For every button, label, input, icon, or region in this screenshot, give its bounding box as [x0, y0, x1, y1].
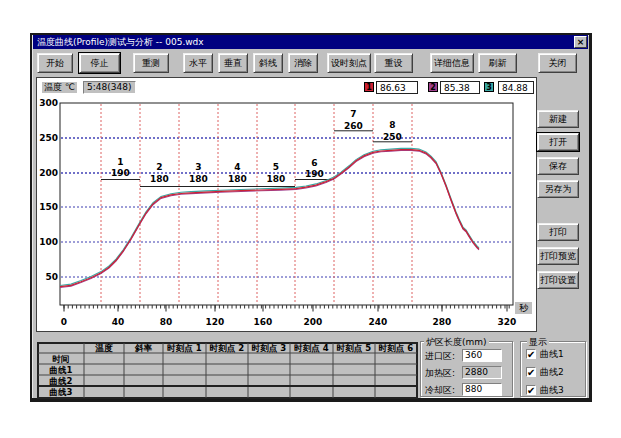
- svg-text:40: 40: [112, 317, 125, 327]
- chart-panel: 温度 ℃ 5:48(348) 186.63285.38384.88 040801…: [36, 77, 537, 332]
- oven-field-input[interactable]: 880: [462, 383, 502, 396]
- svg-text:时刻点 5: 时刻点 5: [337, 343, 371, 353]
- svg-text:80: 80: [160, 317, 173, 327]
- svg-text:100: 100: [39, 237, 58, 247]
- side-button-3[interactable]: 保存: [537, 157, 579, 175]
- svg-text:时刻点 3: 时刻点 3: [252, 343, 286, 353]
- svg-text:时刻点 6: 时刻点 6: [379, 343, 413, 353]
- curve-checkbox-label: 曲线2: [540, 367, 564, 377]
- close-button[interactable]: ×: [574, 36, 587, 48]
- side-button-4[interactable]: 另存为: [537, 180, 579, 198]
- x-axis-unit: 秒: [515, 302, 532, 314]
- svg-text:180: 180: [189, 174, 208, 184]
- svg-text:温度: 温度: [95, 343, 114, 353]
- oven-field-label: 冷却区:: [425, 384, 455, 397]
- svg-text:250: 250: [39, 133, 58, 143]
- oven-group-label: 炉区长度(mm): [424, 336, 489, 349]
- oven-field-label: 进口区:: [425, 350, 455, 363]
- svg-text:时刻点 2: 时刻点 2: [210, 343, 244, 353]
- svg-text:6: 6: [311, 158, 317, 168]
- curve-checkbox-label: 曲线1: [540, 349, 564, 359]
- svg-text:时刻点 4: 时刻点 4: [294, 343, 328, 353]
- display-group-label: 显示: [527, 336, 549, 349]
- oven-field-input[interactable]: 2880: [462, 366, 502, 379]
- toolbar-button-8[interactable]: 设时刻点: [327, 53, 371, 73]
- svg-text:7: 7: [350, 109, 356, 119]
- display-group: 显示✔曲线1✔曲线2✔曲线3: [520, 341, 586, 397]
- svg-text:150: 150: [39, 202, 58, 212]
- profile-chart: 0 40 80 120 160 200 240 280 320 300 250 200 150 100 50…: [37, 78, 538, 333]
- svg-text:180: 180: [228, 174, 247, 184]
- svg-text:190: 190: [111, 168, 130, 178]
- toolbar-button-2[interactable]: 停止: [79, 53, 120, 73]
- curve-checkbox[interactable]: ✔: [526, 385, 536, 395]
- toolbar-button-4[interactable]: 水平: [183, 53, 213, 73]
- svg-text:320: 320: [498, 317, 517, 327]
- svg-text:曲线3: 曲线3: [50, 387, 73, 397]
- svg-text:300: 300: [39, 98, 58, 108]
- svg-text:曲线1: 曲线1: [50, 365, 73, 375]
- side-button-5[interactable]: 打印: [537, 223, 579, 241]
- svg-text:180: 180: [267, 174, 286, 184]
- toolbar-button-10[interactable]: 详细信息: [430, 53, 474, 73]
- measurement-table: 温度斜率时刻点 1时刻点 2时刻点 3时刻点 4时刻点 5时刻点 6时间曲线1曲…: [37, 342, 419, 400]
- oven-zone-group: 炉区长度(mm)进口区:360加热区:2880冷却区:880: [420, 341, 513, 397]
- svg-text:2: 2: [156, 162, 162, 172]
- curve-checkbox[interactable]: ✔: [526, 349, 536, 359]
- svg-text:200: 200: [39, 168, 58, 178]
- svg-text:曲线2: 曲线2: [50, 376, 73, 386]
- curve-checkbox-label: 曲线3: [540, 385, 564, 395]
- svg-text:斜率: 斜率: [134, 343, 153, 353]
- toolbar-button-12[interactable]: 关闭: [538, 53, 577, 73]
- svg-text:160: 160: [254, 317, 273, 327]
- side-button-6[interactable]: 打印预览: [537, 247, 579, 265]
- svg-text:时间: 时间: [53, 354, 70, 364]
- svg-text:240: 240: [369, 317, 388, 327]
- svg-text:280: 280: [433, 317, 452, 327]
- oven-field-label: 加热区:: [425, 367, 455, 380]
- curve-checkbox[interactable]: ✔: [526, 367, 536, 377]
- svg-text:5: 5: [273, 162, 279, 172]
- svg-text:260: 260: [344, 121, 363, 131]
- toolbar-button-6[interactable]: 斜线: [253, 53, 283, 73]
- toolbar-button-9[interactable]: 重设: [374, 53, 413, 73]
- toolbar-button-7[interactable]: 消除: [288, 53, 318, 73]
- toolbar-button-11[interactable]: 刷新: [478, 53, 517, 73]
- side-button-7[interactable]: 打印设置: [537, 271, 579, 289]
- window-title: 温度曲线(Profile)测试与分析 -- 005.wdx: [37, 36, 204, 49]
- svg-text:200: 200: [304, 317, 323, 327]
- toolbar-button-5[interactable]: 垂直: [218, 53, 248, 73]
- app-window: 温度曲线(Profile)测试与分析 -- 005.wdx × 开始停止重测水平…: [30, 33, 592, 402]
- svg-text:3: 3: [195, 162, 201, 172]
- svg-text:8: 8: [389, 120, 395, 130]
- toolbar-button-3[interactable]: 重测: [133, 53, 169, 73]
- side-button-1[interactable]: 新建: [537, 110, 579, 128]
- oven-field-input[interactable]: 360: [462, 349, 502, 362]
- svg-text:190: 190: [305, 169, 324, 179]
- svg-text:120: 120: [206, 317, 225, 327]
- svg-text:50: 50: [45, 272, 58, 282]
- svg-text:250: 250: [383, 132, 402, 142]
- title-bar: 温度曲线(Profile)测试与分析 -- 005.wdx ×: [33, 35, 588, 49]
- svg-text:0: 0: [61, 317, 67, 327]
- svg-text:1: 1: [117, 157, 123, 167]
- svg-text:180: 180: [150, 174, 169, 184]
- svg-text:时刻点 1: 时刻点 1: [167, 343, 201, 353]
- side-button-2[interactable]: 打开: [537, 133, 579, 151]
- svg-text:4: 4: [234, 162, 240, 172]
- toolbar-button-1[interactable]: 开始: [37, 53, 73, 73]
